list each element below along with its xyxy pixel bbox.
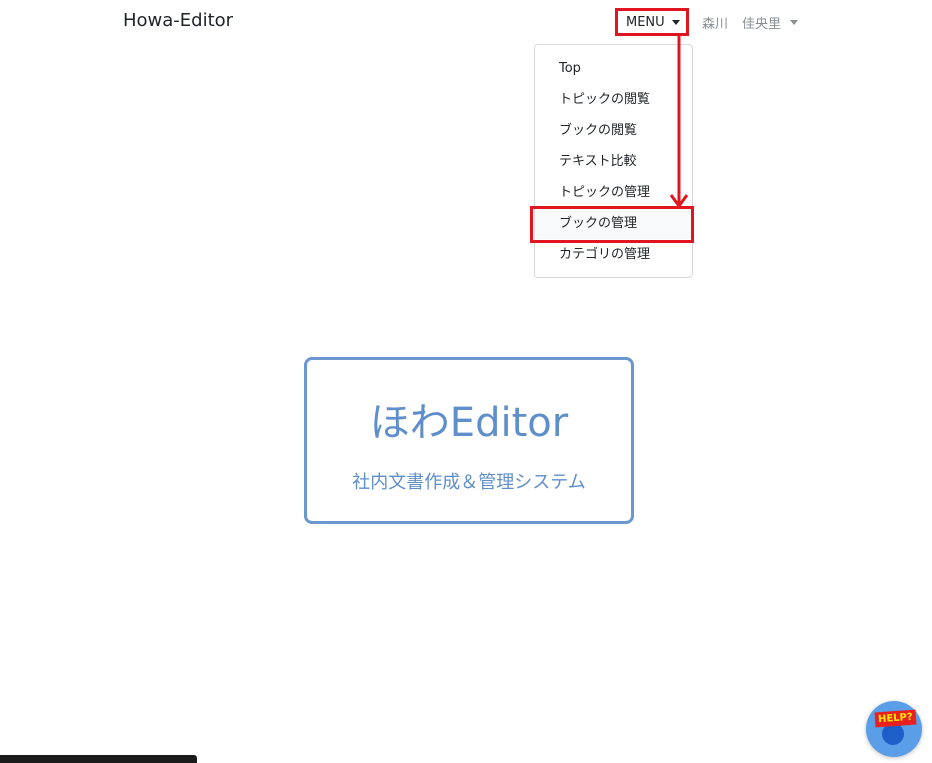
help-badge: HELP?: [874, 709, 917, 728]
menu-item-topic-manage[interactable]: トピックの管理: [535, 177, 692, 208]
menu-dropdown-toggle[interactable]: MENU: [617, 10, 687, 34]
page: Howa-Editor MENU 森川 佳央里 Top トピックの閲覧 ブックの…: [0, 0, 932, 763]
help-button[interactable]: HELP?: [866, 701, 922, 757]
menu-item-book-manage[interactable]: ブックの管理: [535, 208, 692, 239]
status-bar: [0, 755, 197, 763]
menu-item-topic-browse[interactable]: トピックの閲覧: [535, 84, 692, 115]
caret-down-icon: [790, 20, 799, 25]
hero-card: ほわEditor 社内文書作成＆管理システム: [304, 357, 634, 524]
user-last-name: 森川: [702, 17, 729, 32]
user-dropdown-toggle[interactable]: 森川 佳央里: [702, 13, 799, 32]
brand-link[interactable]: Howa-Editor: [123, 10, 233, 31]
menu-item-top[interactable]: Top: [535, 53, 692, 84]
menu-item-text-compare[interactable]: テキスト比較: [535, 146, 692, 177]
user-first-name: 佳央里: [742, 17, 782, 32]
caret-down-icon: [671, 19, 680, 25]
menu-item-category-manage[interactable]: カテゴリの管理: [535, 239, 692, 270]
hero-subtitle: 社内文書作成＆管理システム: [352, 472, 586, 493]
menu-dropdown: Top トピックの閲覧 ブックの閲覧 テキスト比較 トピックの管理 ブックの管理…: [534, 44, 693, 278]
menu-label: MENU: [626, 14, 665, 30]
menu-item-book-browse[interactable]: ブックの閲覧: [535, 115, 692, 146]
hero-title: ほわEditor: [369, 400, 569, 446]
